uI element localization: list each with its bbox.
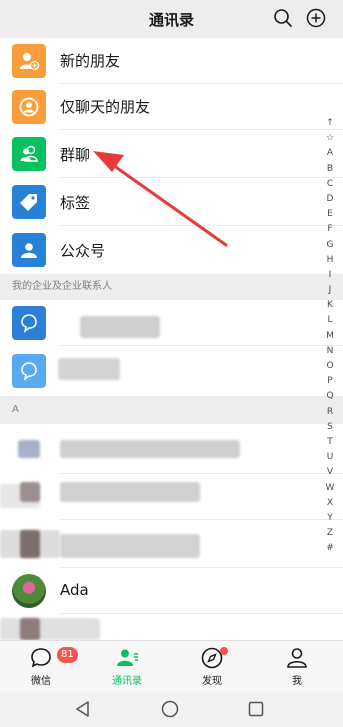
index-letter[interactable]: D xyxy=(320,192,340,207)
notification-dot xyxy=(220,647,228,655)
enterprise-chat-icon xyxy=(12,354,46,388)
index-letter[interactable]: S xyxy=(320,420,340,435)
index-letter[interactable]: ☆ xyxy=(320,131,340,146)
index-letter[interactable]: M xyxy=(320,329,340,344)
official-accounts-label: 公众号 xyxy=(60,242,106,260)
index-letter[interactable]: F xyxy=(320,222,340,237)
avatar xyxy=(12,574,46,608)
chat-only-friends-label: 仅聊天的朋友 xyxy=(60,98,151,116)
index-letter[interactable]: T xyxy=(320,435,340,450)
tab-label: 通讯录 xyxy=(112,676,142,687)
index-letter[interactable]: G xyxy=(320,238,340,253)
section-header-a: A xyxy=(0,396,343,424)
tab-label: 我 xyxy=(292,676,302,687)
blurred-name xyxy=(60,482,200,502)
tags-item[interactable]: 标签 xyxy=(0,178,343,226)
contact-row-ada[interactable]: Ada xyxy=(0,568,343,614)
index-letter[interactable]: E xyxy=(320,207,340,222)
contact-row[interactable] xyxy=(0,424,343,474)
index-letter[interactable]: Z xyxy=(320,526,340,541)
enterprise-contact-row[interactable] xyxy=(0,300,343,346)
blurred-avatar xyxy=(20,530,40,558)
search-icon[interactable] xyxy=(273,8,293,28)
index-letter[interactable]: V xyxy=(320,465,340,480)
blurred-name xyxy=(0,618,100,640)
index-letter[interactable]: Q xyxy=(320,389,340,404)
index-letter[interactable]: C xyxy=(320,177,340,192)
recents-square-icon[interactable] xyxy=(247,700,265,718)
blurred-name xyxy=(80,316,160,338)
chat-only-friend-icon xyxy=(12,90,46,124)
index-letter[interactable]: P xyxy=(320,374,340,389)
bottom-tab-bar: 81 微信 通讯录 发现 我 xyxy=(0,640,343,692)
index-letter[interactable]: # xyxy=(320,541,340,556)
system-nav-bar xyxy=(0,692,343,727)
contacts-icon xyxy=(117,649,138,666)
index-letter[interactable]: R xyxy=(320,405,340,420)
enterprise-chat-icon xyxy=(12,306,46,340)
index-letter[interactable]: X xyxy=(320,496,340,511)
chat-only-friends-item[interactable]: 仅聊天的朋友 xyxy=(0,84,343,130)
home-circle-icon[interactable] xyxy=(161,700,179,718)
header-bar: 通讯录 xyxy=(0,0,343,38)
contact-row[interactable] xyxy=(0,474,343,520)
chat-bubble-icon xyxy=(31,648,51,668)
unread-badge: 81 xyxy=(57,647,78,663)
add-friend-icon xyxy=(12,44,46,78)
alphabet-index-bar[interactable]: ↑ ☆ A B C D E F G H I J K L M N O P Q R S T U V W X Y Z # xyxy=(320,116,340,556)
tab-contacts[interactable]: 通讯录 xyxy=(97,641,157,693)
group-chats-item[interactable]: 群聊 xyxy=(0,130,343,178)
new-friends-label: 新的朋友 xyxy=(60,52,121,70)
official-account-icon xyxy=(12,233,46,267)
index-letter[interactable]: N xyxy=(320,344,340,359)
index-letter[interactable]: J xyxy=(320,283,340,298)
index-letter[interactable]: B xyxy=(320,162,340,177)
tab-label: 微信 xyxy=(31,676,51,687)
blurred-name xyxy=(58,358,120,380)
index-letter[interactable]: I xyxy=(320,268,340,283)
blurred-avatar xyxy=(18,440,40,458)
contact-name: Ada xyxy=(60,581,89,599)
person-icon xyxy=(287,648,307,668)
official-accounts-item[interactable]: 公众号 xyxy=(0,226,343,274)
index-letter[interactable]: U xyxy=(320,450,340,465)
index-letter[interactable]: ↑ xyxy=(320,116,340,131)
index-letter[interactable]: L xyxy=(320,313,340,328)
tag-icon xyxy=(12,185,46,219)
contact-row[interactable] xyxy=(0,520,343,568)
index-letter[interactable]: Y xyxy=(320,511,340,526)
blurred-name xyxy=(60,440,240,458)
enterprise-section-header: 我的企业及企业联系人 xyxy=(0,274,343,300)
tab-chats[interactable]: 81 微信 xyxy=(11,641,78,693)
index-letter[interactable]: H xyxy=(320,253,340,268)
enterprise-contact-row[interactable] xyxy=(0,346,343,396)
index-letter[interactable]: W xyxy=(320,481,340,496)
group-chats-label: 群聊 xyxy=(60,146,91,164)
plus-circle-icon[interactable] xyxy=(306,8,326,28)
index-letter[interactable]: K xyxy=(320,298,340,313)
blurred-avatar xyxy=(20,618,40,640)
back-triangle-icon[interactable] xyxy=(74,700,92,718)
tab-me[interactable]: 我 xyxy=(267,641,327,693)
blurred-name xyxy=(60,534,200,558)
tab-label: 发现 xyxy=(202,676,222,687)
index-letter[interactable]: A xyxy=(320,146,340,161)
contact-row[interactable] xyxy=(0,614,343,640)
group-chat-icon xyxy=(12,137,46,171)
tags-label: 标签 xyxy=(60,194,91,212)
new-friends-item[interactable]: 新的朋友 xyxy=(0,38,343,84)
index-letter[interactable]: O xyxy=(320,359,340,374)
tab-discover[interactable]: 发现 xyxy=(182,641,242,693)
blurred-avatar xyxy=(20,482,40,502)
